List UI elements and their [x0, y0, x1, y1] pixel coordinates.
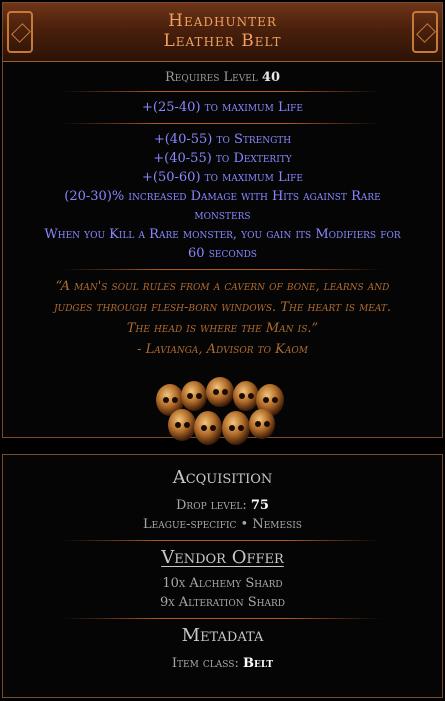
drop-level-value: 75 [250, 498, 269, 513]
item-info-panel: Acquisition Drop level: 75 League-specif… [2, 454, 443, 698]
separator [63, 540, 382, 541]
mod-line: +(40-55) to Strength [153, 132, 292, 147]
requires-level-value: 40 [261, 70, 280, 85]
mod-line: monsters [194, 208, 251, 223]
mod-line: When you Kill a Rare monster, you gain i… [44, 227, 401, 242]
flavour-line: “A man's soul rules from a cavern of bon… [55, 279, 390, 294]
item-name: Headhunter [168, 11, 277, 31]
flavour-text: “A man's soul rules from a cavern of bon… [3, 276, 442, 360]
item-class-value[interactable]: Belt [243, 656, 273, 671]
vendor-offer-title[interactable]: Vendor Offer [3, 547, 442, 568]
separator [63, 618, 382, 619]
drop-level-label: Drop level: [176, 498, 247, 513]
flavour-line: The head is where the Man is.” [126, 321, 319, 336]
vendor-offer-line: 10x Alchemy Shard [162, 576, 283, 591]
separator [63, 123, 382, 124]
item-class: Item class: Belt [3, 654, 442, 673]
separator [63, 91, 382, 92]
acquisition-title: Acquisition [172, 467, 273, 488]
header-ornament-left-icon [7, 11, 33, 53]
mod-line: 60 seconds [188, 246, 257, 261]
metadata-title: Metadata [181, 625, 264, 646]
mod-line: +(50-60) to maximum Life [142, 170, 303, 185]
implicit-mod: +(25-40) to maximum Life [142, 100, 303, 115]
drop-level: Drop level: 75 [3, 496, 442, 515]
mod-line: (20-30)% increased Damage with Hits agai… [64, 189, 381, 204]
header-ornament-right-icon [412, 11, 438, 53]
league-info: League-specific • Nemesis [143, 517, 302, 532]
vendor-offer-line: 9x Alteration Shard [160, 595, 285, 610]
item-header: Headhunter Leather Belt [3, 3, 442, 62]
item-base-type: Leather Belt [163, 31, 282, 51]
flavour-author: - Lavianga, Advisor to Kaom [137, 342, 308, 357]
flavour-line: judges through flesh-born windows. The h… [54, 300, 391, 315]
item-tooltip: Headhunter Leather Belt Requires Level 4… [2, 2, 443, 445]
mod-line: +(40-55) to Dexterity [153, 151, 292, 166]
requirements: Requires Level 40 [3, 70, 442, 85]
requires-label: Requires Level [164, 70, 258, 85]
separator [63, 269, 382, 270]
item-class-label: Item class: [171, 656, 239, 671]
explicit-mods: +(40-55) to Strength +(40-55) to Dexteri… [3, 130, 442, 263]
skull [155, 377, 284, 445]
skull-belt-icon [155, 377, 284, 445]
